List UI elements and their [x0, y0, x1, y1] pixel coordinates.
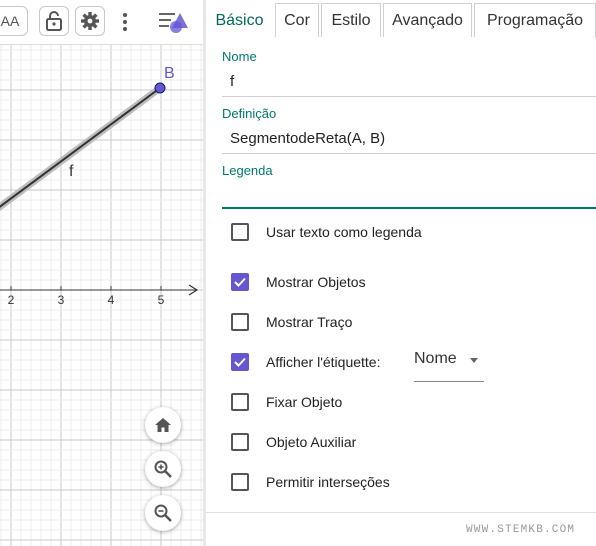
definition-input[interactable]: SegmentodeReta(A, B) [222, 126, 596, 154]
checkbox[interactable] [231, 353, 249, 371]
settings-button[interactable] [75, 6, 105, 36]
tab-label: Programação [486, 11, 584, 29]
lock-icon [46, 11, 62, 31]
tab-label: Estilo [331, 11, 371, 29]
point-b[interactable] [154, 82, 166, 94]
checkbox-row-show-label[interactable]: Afficher l'étiquette: [231, 352, 380, 372]
checkbox-row-show-trace[interactable]: Mostrar Traço [231, 312, 352, 332]
segment-label: f [69, 163, 74, 180]
home-button[interactable] [145, 407, 181, 443]
checkbox[interactable] [231, 473, 249, 491]
tab-avancado[interactable]: Avançado [383, 3, 472, 37]
x-tick-label: 2 [8, 293, 15, 307]
zoom-out-button[interactable] [145, 495, 181, 531]
graphics-view[interactable]: 2 3 4 5 f B AA [0, 0, 203, 546]
properties-panel: Básico Cor Estilo Avançado Programação N… [206, 0, 596, 546]
definition-label: Definição [222, 106, 277, 121]
checkbox-row-fix-object[interactable]: Fixar Objeto [231, 392, 342, 412]
name-value: f [230, 73, 235, 90]
point-label: B [164, 65, 175, 82]
checkbox-row-show-object[interactable]: Mostrar Objetos [231, 272, 366, 292]
checkbox-row-intersections[interactable]: Permitir interseções [231, 472, 390, 492]
watermark: WWW.STEMKB.COM [466, 524, 576, 536]
checkbox[interactable] [231, 273, 249, 291]
dropdown-value: Nome [414, 350, 457, 367]
checkbox-label: Objeto Auxiliar [266, 434, 357, 450]
chevron-down-icon [470, 358, 478, 363]
segment-f[interactable] [0, 84, 164, 214]
checkbox-row-caption-text[interactable]: Usar texto como legenda [231, 222, 422, 242]
tab-cor[interactable]: Cor [275, 3, 319, 37]
tab-estilo[interactable]: Estilo [321, 3, 381, 37]
checkmark-icon [234, 277, 246, 287]
zoom-out-icon [154, 504, 172, 522]
algebra-view-button[interactable] [158, 10, 190, 34]
checkbox-label: Permitir interseções [266, 474, 390, 490]
checkbox-label: Fixar Objeto [266, 394, 343, 410]
x-tick-label: 4 [108, 293, 115, 307]
tab-label: Básico [215, 11, 264, 29]
zoom-in-button[interactable] [145, 451, 181, 487]
checkbox-label: Mostrar Objetos [266, 274, 366, 290]
name-label: Nome [222, 49, 257, 64]
algebra-menu-icon [159, 13, 188, 33]
label-mode-dropdown[interactable]: Nome [414, 346, 484, 382]
checkbox[interactable] [231, 433, 249, 451]
zoom-in-icon [154, 460, 172, 478]
checkbox-label: Usar texto como legenda [266, 224, 422, 240]
checkbox-label: Mostrar Traço [266, 314, 353, 330]
more-vertical-icon [123, 13, 127, 31]
lock-button[interactable] [39, 6, 69, 36]
tab-label: Cor [284, 11, 310, 29]
text-style-icon: AA [0, 13, 20, 29]
style-button[interactable]: AA [0, 6, 28, 36]
x-tick-label: 5 [158, 293, 165, 307]
name-input[interactable]: f [222, 69, 596, 97]
x-tick-label: 3 [58, 293, 65, 307]
checkbox-label: Afficher l'étiquette: [266, 354, 381, 370]
x-axis [0, 284, 199, 296]
tab-bar: Básico Cor Estilo Avançado Programação [206, 0, 596, 38]
checkbox[interactable] [231, 313, 249, 331]
more-button[interactable] [117, 12, 133, 32]
footer-divider [206, 512, 596, 513]
definition-value: SegmentodeReta(A, B) [230, 130, 386, 147]
caption-input[interactable] [222, 181, 596, 209]
tab-programacao[interactable]: Programação [474, 3, 596, 37]
checkbox[interactable] [231, 223, 249, 241]
graphics-toolbar: AA [0, 0, 203, 45]
caption-label: Legenda [222, 163, 273, 178]
tab-basico[interactable]: Básico [206, 3, 273, 37]
tab-label: Avançado [392, 11, 463, 29]
home-icon [155, 418, 171, 432]
checkmark-icon [234, 357, 246, 367]
checkbox-row-auxiliary[interactable]: Objeto Auxiliar [231, 432, 356, 452]
gear-icon [81, 12, 99, 30]
checkbox[interactable] [231, 393, 249, 411]
